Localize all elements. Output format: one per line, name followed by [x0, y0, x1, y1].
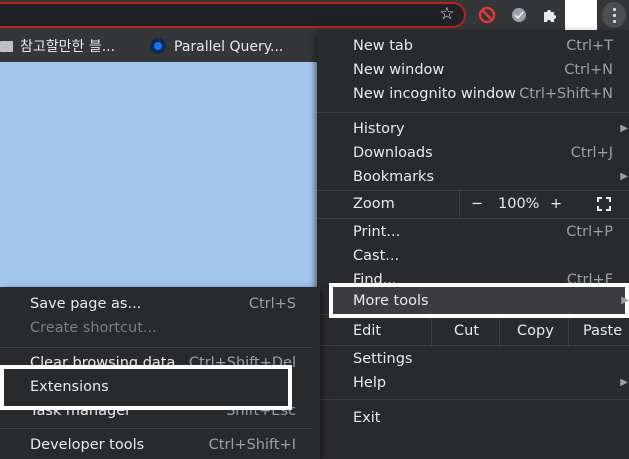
- menu-item-new-incognito[interactable]: New incognito window Ctrl+Shift+N: [317, 82, 629, 106]
- chevron-right-icon: ▶: [621, 295, 629, 306]
- submenu-item-save-page[interactable]: Save page as... Ctrl+S: [0, 292, 320, 316]
- menu-divider: [0, 428, 312, 429]
- zoom-in-button[interactable]: +: [550, 192, 562, 216]
- menu-item-label: New window: [353, 62, 445, 78]
- menu-item-label: History: [353, 121, 405, 137]
- zoom-out-button[interactable]: −: [471, 192, 483, 216]
- bookmark-item[interactable]: Parallel Query...: [150, 38, 283, 56]
- menu-item-label: Edit: [353, 323, 382, 339]
- menu-divider: [317, 218, 629, 219]
- edit-divider: [499, 315, 500, 347]
- menu-item-shortcut: Ctrl+N: [564, 62, 613, 78]
- gray-circle-icon[interactable]: [509, 5, 529, 25]
- menu-item-label: Cast...: [353, 248, 400, 264]
- menu-item-help[interactable]: Help ▶: [317, 371, 629, 395]
- edit-divider: [431, 315, 432, 347]
- menu-item-shortcut: Ctrl+Shift+I: [208, 437, 296, 453]
- zoom-level: 100%: [498, 196, 540, 212]
- menu-divider: [317, 399, 629, 400]
- menu-item-label: Downloads: [353, 145, 433, 161]
- menu-item-shortcut: Ctrl+T: [566, 38, 613, 54]
- fullscreen-icon[interactable]: [597, 197, 611, 211]
- star-icon[interactable]: ☆: [437, 4, 457, 24]
- menu-item-new-window[interactable]: New window Ctrl+N: [317, 58, 629, 82]
- menu-item-exit[interactable]: Exit: [317, 406, 629, 430]
- menu-item-downloads[interactable]: Downloads Ctrl+J: [317, 141, 629, 165]
- menu-item-label: More tools: [353, 293, 429, 309]
- menu-item-label: Developer tools: [30, 437, 145, 453]
- menu-item-shortcut: Ctrl+Shift+N: [519, 86, 613, 102]
- menu-item-label: Exit: [353, 410, 381, 426]
- chrome-menu: New tab Ctrl+T New window Ctrl+N New inc…: [317, 30, 629, 459]
- puzzle-icon[interactable]: [540, 5, 560, 25]
- menu-divider: [317, 112, 629, 113]
- menu-divider: [317, 345, 629, 346]
- submenu-item-create-shortcut: Create shortcut...: [0, 316, 320, 340]
- menu-item-cast[interactable]: Cast...: [317, 244, 629, 268]
- address-bar[interactable]: [0, 2, 466, 28]
- menu-item-label: Print...: [353, 224, 401, 240]
- menu-item-label: Extensions: [30, 379, 109, 395]
- menu-item-label: Bookmarks: [353, 169, 435, 185]
- menu-item-label: New incognito window: [353, 86, 516, 102]
- menu-item-label: Save page as...: [30, 296, 142, 312]
- menu-item-label: Zoom: [353, 196, 395, 212]
- browser-toolbar: ☆: [0, 0, 629, 32]
- menu-item-history[interactable]: History ▶: [317, 117, 629, 141]
- menu-item-shortcut: Ctrl+S: [248, 296, 296, 312]
- menu-item-shortcut: Ctrl+P: [566, 224, 613, 240]
- menu-item-label: New tab: [353, 38, 414, 54]
- menu-item-edit: Edit Cut Copy Paste: [317, 315, 629, 347]
- menu-item-shortcut: Ctrl+J: [570, 145, 613, 161]
- menu-item-label: Settings: [353, 351, 413, 367]
- paste-button[interactable]: Paste: [583, 319, 622, 343]
- chevron-right-icon: ▶: [620, 171, 628, 182]
- chevron-right-icon: ▶: [620, 123, 628, 134]
- circle-logo-icon: [150, 38, 166, 54]
- menu-item-new-tab[interactable]: New tab Ctrl+T: [317, 34, 629, 58]
- menu-item-print[interactable]: Print... Ctrl+P: [317, 220, 629, 244]
- menu-item-settings[interactable]: Settings: [317, 347, 629, 371]
- copy-button[interactable]: Copy: [517, 319, 554, 343]
- cut-button[interactable]: Cut: [454, 319, 479, 343]
- block-icon[interactable]: [477, 5, 497, 25]
- submenu-item-developer-tools[interactable]: Developer tools Ctrl+Shift+I: [0, 433, 320, 457]
- menu-divider: [0, 347, 312, 348]
- edit-divider: [568, 315, 569, 347]
- menu-divider: [317, 190, 629, 191]
- chevron-right-icon: ▶: [620, 377, 628, 388]
- menu-item-zoom: Zoom − 100% +: [317, 188, 629, 220]
- profile-avatar[interactable]: [565, 0, 597, 32]
- submenu-item-extensions[interactable]: Extensions: [0, 365, 292, 410]
- kebab-icon[interactable]: [602, 2, 626, 28]
- menu-item-label: Create shortcut...: [30, 320, 157, 336]
- folder-icon: [0, 41, 13, 52]
- bookmark-label: Parallel Query...: [174, 39, 284, 55]
- menu-item-label: Help: [353, 375, 387, 391]
- menu-item-bookmarks[interactable]: Bookmarks ▶: [317, 165, 629, 189]
- menu-item-more-tools[interactable]: More tools ▶: [329, 283, 629, 318]
- zoom-divider: [459, 188, 460, 220]
- bookmark-folder[interactable]: 참고할만한 블...: [0, 38, 115, 56]
- bookmark-label: 참고할만한 블...: [20, 39, 116, 55]
